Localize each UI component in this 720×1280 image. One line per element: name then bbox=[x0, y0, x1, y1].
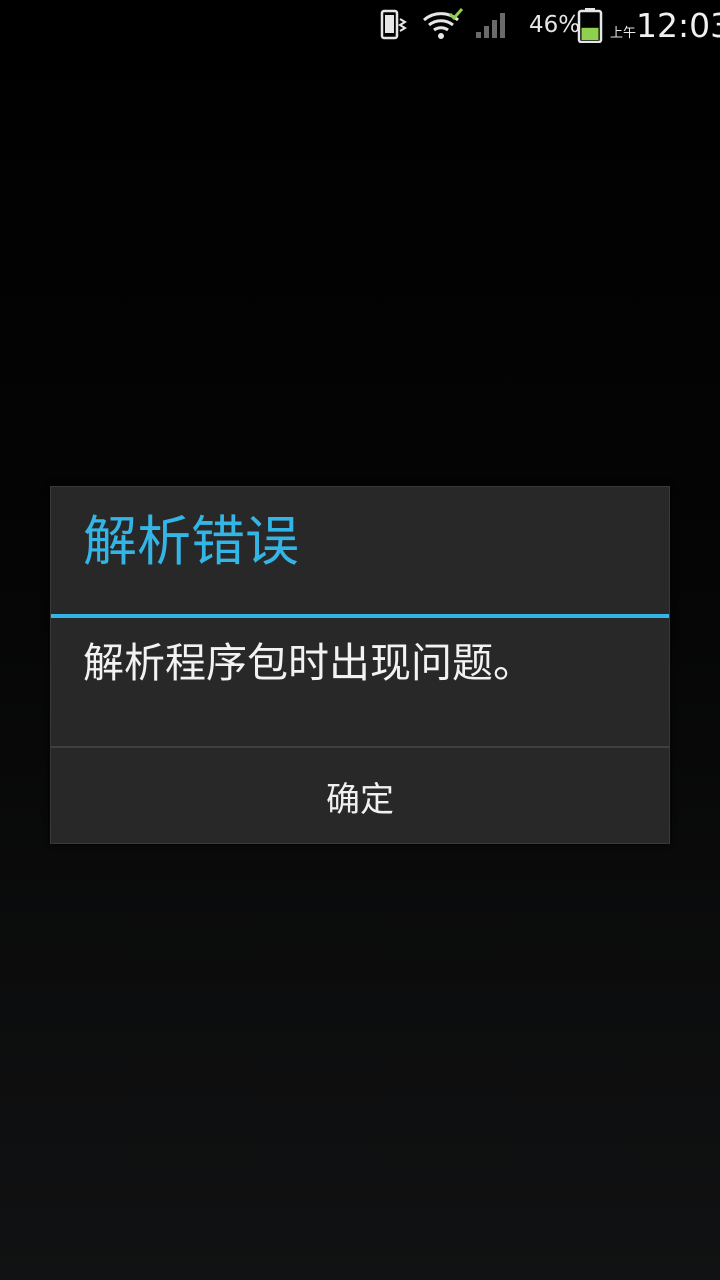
ampm-label: 上午 bbox=[610, 26, 637, 41]
parse-error-dialog: 解析错误 解析程序包时出现问题。 确定 bbox=[50, 486, 670, 844]
status-bar: 46% 上午 12:03 bbox=[0, 0, 720, 50]
screen: 46% 上午 12:03 解析错误 解析程序包时出现问题。 确定 bbox=[0, 0, 720, 1280]
battery-percent: 46% bbox=[529, 12, 581, 38]
ok-button[interactable]: 确定 bbox=[51, 748, 669, 844]
dialog-title: 解析错误 bbox=[83, 510, 299, 573]
wifi-icon bbox=[422, 0, 464, 50]
battery-icon bbox=[577, 0, 603, 50]
battery-fill bbox=[581, 27, 599, 40]
signal-icon bbox=[474, 0, 512, 50]
vibrate-icon bbox=[378, 0, 412, 50]
dialog-message: 解析程序包时出现问题。 bbox=[83, 639, 534, 687]
clock-time: 12:03 bbox=[636, 5, 720, 45]
title-divider bbox=[51, 614, 669, 618]
